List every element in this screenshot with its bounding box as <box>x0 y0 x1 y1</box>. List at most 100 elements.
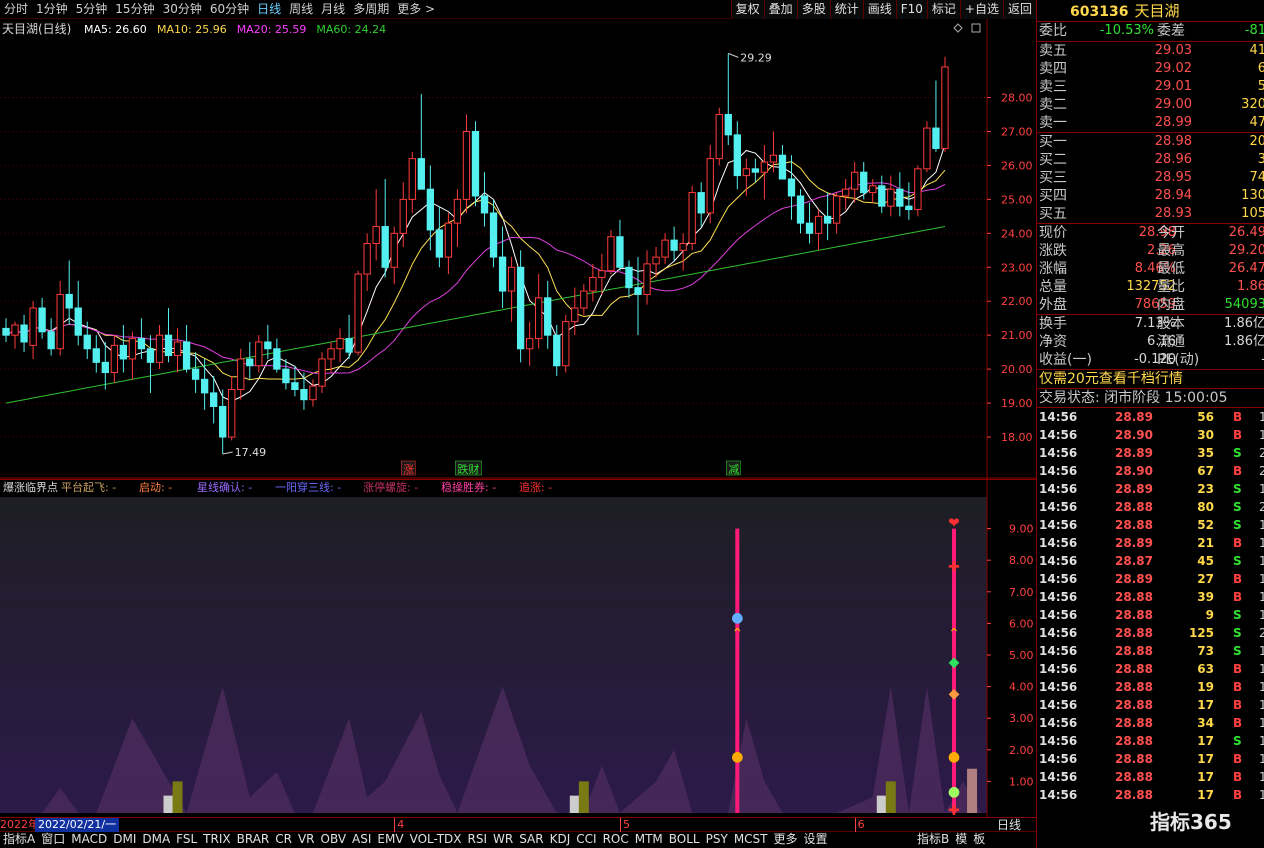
indicator-tab[interactable]: KDJ <box>547 832 574 847</box>
tick-direction: B <box>1233 770 1243 784</box>
indicator-tab[interactable]: RSI <box>465 832 491 847</box>
indicator-tab[interactable]: EMV <box>374 832 406 847</box>
tick-row: 14:56 28.88 73 S 1 <box>1037 642 1264 660</box>
event-tag: 跌财 <box>457 462 479 476</box>
ma-legend-item: MA10: 25.96 <box>157 23 227 36</box>
candle-body <box>381 226 389 268</box>
candle-body <box>769 154 778 163</box>
bid-row: 买四 28.94 130 <box>1037 187 1264 205</box>
sub-volume-block <box>876 795 887 813</box>
indicator-tab[interactable]: MACD <box>68 832 110 847</box>
tick-direction: B <box>1233 536 1243 550</box>
period-tab[interactable]: 5分钟 <box>72 0 112 19</box>
tick-count: 1 <box>1259 426 1264 444</box>
indicator-tab[interactable]: BOLL <box>666 832 703 847</box>
sub-volume-block <box>885 781 896 813</box>
indicator-tab[interactable]: VR <box>295 832 318 847</box>
toolbar-button[interactable]: 统计 <box>829 0 863 19</box>
indicator-tab[interactable]: MTM <box>632 832 666 847</box>
candle-body <box>155 334 164 363</box>
stat-row: 涨幅 8.46% 最低 26.47 <box>1037 260 1264 278</box>
toolbar-button[interactable]: 多股 <box>796 0 830 19</box>
indicator-tab-b[interactable]: 模 <box>952 832 970 847</box>
sub-legend-item: 爆涨临界点 <box>3 480 58 494</box>
indicator-tab[interactable]: CR <box>272 832 295 847</box>
indicator-tab[interactable]: OBV <box>318 832 350 847</box>
indicator-tab[interactable]: 窗口 <box>38 832 68 847</box>
indicator-tab[interactable]: BRAR <box>234 832 273 847</box>
indicator-tab[interactable]: 设置 <box>801 832 831 847</box>
candle-body <box>715 113 723 160</box>
indicator-tab[interactable]: PSY <box>703 832 731 847</box>
indicator-tab-b[interactable]: 指标B <box>914 832 952 847</box>
tick-time: 14:56 <box>1039 446 1078 460</box>
indicator-tab[interactable]: TRIX <box>200 832 233 847</box>
candle-body <box>489 212 498 258</box>
indicator-tab[interactable]: CCI <box>573 832 599 847</box>
candle-body <box>101 361 109 374</box>
indicator-tab[interactable]: DMI <box>110 832 139 847</box>
period-tab[interactable]: 60分钟 <box>206 0 253 19</box>
candle-body <box>38 307 46 333</box>
stat-label: 换手 <box>1039 316 1067 332</box>
period-tab[interactable]: 日线 <box>253 0 285 19</box>
toolbar-button[interactable]: 返回 <box>1002 0 1036 19</box>
indicator-tab[interactable]: SAR <box>516 832 546 847</box>
indicator-tab[interactable]: ROC <box>600 832 632 847</box>
period-tab[interactable]: 月线 <box>317 0 349 19</box>
tick-time: 14:56 <box>1039 734 1078 748</box>
toolbar-button[interactable]: 标记 <box>926 0 960 19</box>
kline-chart[interactable]: 28.00 27.00 26.00 25.00 24.00 23.00 22.00 21.00… <box>0 19 1036 479</box>
toolbar-button[interactable]: 叠加 <box>763 0 797 19</box>
toolbar-button[interactable]: F10 <box>895 0 927 19</box>
toolbar-button[interactable]: 画线 <box>862 0 896 19</box>
candle-body <box>796 195 805 224</box>
ask-label: 卖五 <box>1039 43 1067 59</box>
period-tab[interactable]: 周线 <box>285 0 317 19</box>
candle-body <box>869 185 877 194</box>
promo-link[interactable]: 仅需20元查看千档行情 <box>1039 370 1183 388</box>
indicator-tab[interactable]: 指标A <box>0 832 38 847</box>
tick-row: 14:56 28.88 125 S 20 <box>1037 624 1264 642</box>
ask-price: 29.02 <box>1154 61 1192 76</box>
candle-body <box>47 331 55 350</box>
candle-body <box>760 161 769 173</box>
candle <box>923 121 931 173</box>
stat-value-2: 1.86亿 <box>1224 316 1264 331</box>
period-tab[interactable]: 30分钟 <box>159 0 206 19</box>
high-price-label: 29.29 <box>740 51 772 64</box>
period-tab[interactable]: 更多 > <box>393 0 439 19</box>
stat-row: 净资 6.16 流通 1.86亿 <box>1037 333 1264 351</box>
tick-volume: 17 <box>1197 698 1214 712</box>
indicator-tab[interactable]: FSL <box>173 832 200 847</box>
indicator-tab[interactable]: VOL-TDX <box>407 832 465 847</box>
period-label[interactable]: 日线 <box>997 818 1021 832</box>
tick-price: 28.88 <box>1115 734 1153 748</box>
indicator-tab[interactable]: MCST <box>731 832 771 847</box>
indicator-tab[interactable]: WR <box>490 832 516 847</box>
period-tab[interactable]: 1分钟 <box>32 0 72 19</box>
period-tab[interactable]: 15分钟 <box>111 0 158 19</box>
indicator-tab[interactable]: ASI <box>349 832 374 847</box>
tick-price: 28.89 <box>1115 410 1153 424</box>
toolbar-button[interactable]: 复权 <box>730 0 764 19</box>
indicator-tab[interactable]: 更多 <box>771 832 801 847</box>
period-tab[interactable]: 分时 <box>0 0 32 19</box>
bid-label: 买一 <box>1039 134 1067 150</box>
indicator-chart[interactable]: 9.00 8.00 7.00 6.00 5.00 4.00 3.00 2.00 1.00 爆涨临界… <box>0 479 1036 817</box>
up-arrow-icon: ⌃ <box>731 626 743 642</box>
tick-time: 14:56 <box>1039 500 1078 514</box>
ask-row: 卖二 29.00 320 <box>1037 96 1264 114</box>
indicator-tab-b[interactable]: 板 <box>970 832 988 847</box>
candle-body <box>453 198 462 224</box>
period-tab[interactable]: 多周期 <box>349 0 393 19</box>
toolbar-button[interactable]: +自选 <box>959 0 1003 19</box>
tick-price: 28.88 <box>1115 518 1153 532</box>
tick-time: 14:56 <box>1039 464 1078 478</box>
candle-body <box>354 273 362 353</box>
stat-label-2: PE(动) <box>1157 352 1200 368</box>
candle-body <box>544 297 552 336</box>
candle-body <box>733 134 741 177</box>
indicator-tab[interactable]: DMA <box>139 832 173 847</box>
tick-price: 28.88 <box>1115 500 1153 514</box>
